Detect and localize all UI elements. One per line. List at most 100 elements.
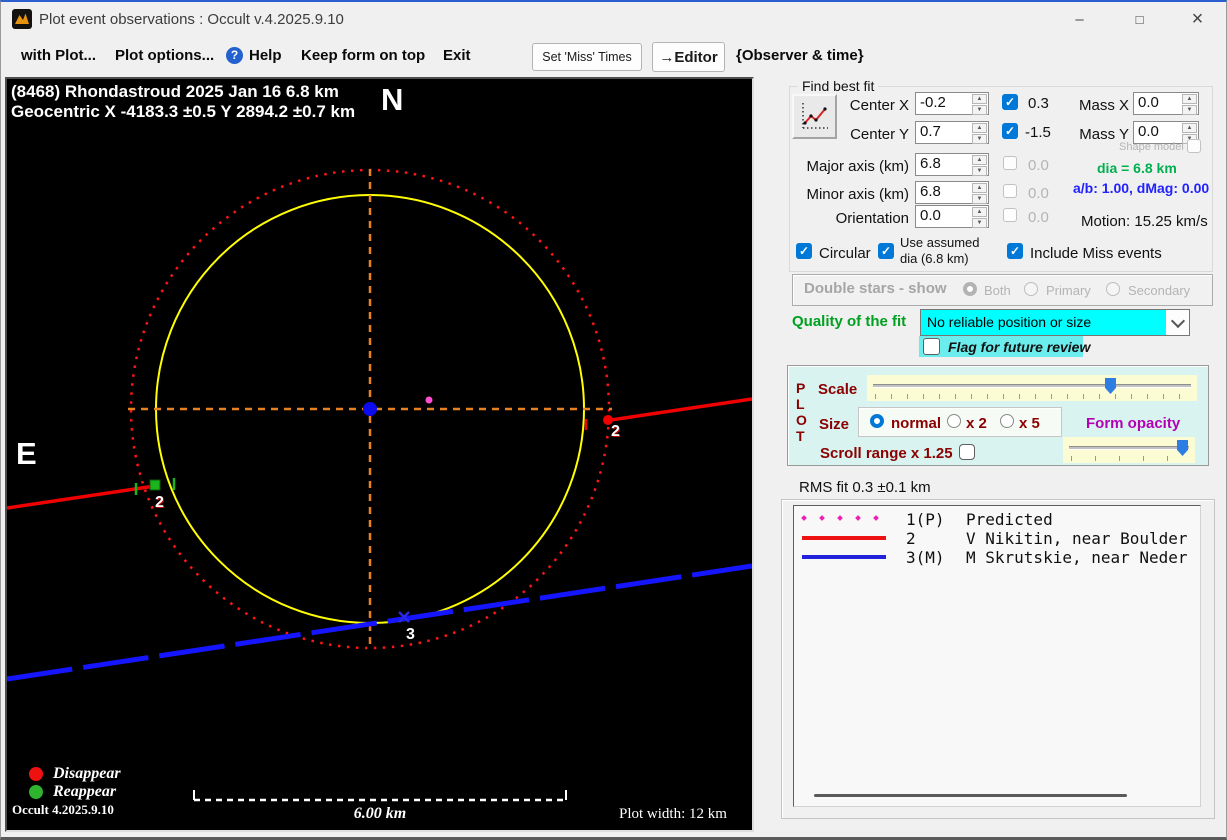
combo-arrow-icon[interactable]: [1166, 310, 1189, 335]
check-icon: ✓: [880, 244, 892, 258]
double-stars-both-label: Both: [984, 283, 1011, 298]
spin-up-icon[interactable]: ▲: [1182, 94, 1197, 104]
scale-slider-thumb[interactable]: [1105, 378, 1116, 394]
dotted-line-swatch: [801, 515, 879, 521]
maximize-icon: □: [1135, 11, 1144, 27]
size-label: Size: [819, 416, 850, 433]
size-x2-radio[interactable]: [947, 414, 961, 428]
observation-row[interactable]: 2 V Nikitin, near Boulder: [800, 529, 1188, 548]
use-assumed-checkbox[interactable]: ✓: [878, 243, 894, 259]
plot-canvas[interactable]: 2 2 3 (8468) Rhondastroud 2025 Jan 16 6.…: [5, 77, 754, 832]
offset-x-checkbox[interactable]: ✓: [1002, 94, 1018, 110]
spin-up-icon[interactable]: ▲: [972, 183, 987, 193]
menu-keep-on-top[interactable]: Keep form on top: [301, 47, 425, 64]
form-opacity-slider-thumb[interactable]: [1177, 440, 1188, 456]
red-line-swatch: [802, 536, 886, 540]
observations-listbox[interactable]: 1(P) Predicted 2 V Nikitin, near Boulder 3…: [793, 505, 1201, 807]
major-axis-aux-value: 0.0: [1028, 157, 1049, 174]
spin-up-icon[interactable]: ▲: [972, 94, 987, 104]
double-stars-label: Double stars - show: [804, 280, 947, 297]
offset-y-checkbox[interactable]: ✓: [1002, 123, 1018, 139]
major-axis-spinner[interactable]: 6.8 ▲ ▼: [915, 153, 989, 176]
plot-header-line2: Geocentric X -4183.3 ±0.5 Y 2894.2 ±0.7 …: [11, 102, 356, 121]
quality-value: No reliable position or size: [921, 310, 1166, 335]
double-stars-primary-radio: [1024, 282, 1038, 296]
center-y-label: Center Y: [850, 126, 909, 143]
editor-button[interactable]: →Editor: [652, 42, 725, 72]
scale-slider-ticks: [875, 394, 1189, 399]
spin-up-icon[interactable]: ▲: [972, 123, 987, 133]
plot-controls-panel: P L O T Scale Size normal x 2 x 5 Form o…: [787, 365, 1209, 466]
size-x2-label[interactable]: x 2: [966, 415, 987, 432]
check-icon: ✓: [1004, 95, 1016, 109]
set-miss-times-button[interactable]: Set 'Miss' Times: [532, 43, 642, 71]
close-button[interactable]: ×: [1175, 4, 1220, 34]
check-icon: ✓: [798, 244, 810, 258]
chord2-left-segment: [7, 484, 156, 510]
circular-checkbox[interactable]: ✓: [796, 243, 812, 259]
menu-plot-options[interactable]: Plot options...: [115, 47, 214, 64]
center-x-spinner[interactable]: -0.2 ▲ ▼: [915, 92, 989, 115]
form-opacity-slider-track[interactable]: [1069, 446, 1189, 450]
chord2-label-right: 2: [611, 423, 620, 440]
chord3-label: 3: [406, 626, 415, 643]
size-x5-radio[interactable]: [1000, 414, 1014, 428]
observation-row[interactable]: 3(M) M Skrutskie, near Neder: [800, 548, 1188, 567]
plot-letter-t: T: [796, 428, 805, 444]
app-window: Plot event observations : Occult v.4.202…: [0, 0, 1227, 840]
orientation-spinner[interactable]: 0.0 ▲ ▼: [915, 205, 989, 228]
plot-letter-o: O: [796, 412, 807, 428]
spin-down-icon[interactable]: ▼: [972, 194, 987, 204]
use-assumed-label-line1: Use assumed: [900, 235, 980, 250]
spin-down-icon[interactable]: ▼: [972, 218, 987, 228]
double-stars-both-radio: [963, 282, 977, 296]
shape-model-label: Shape model: [1119, 141, 1184, 153]
scale-slider-track[interactable]: [873, 384, 1191, 388]
minimize-button[interactable]: –: [1057, 4, 1102, 34]
dia-label: dia = 6.8 km: [1097, 160, 1177, 176]
scalebar-label: 6.00 km: [353, 805, 407, 822]
flag-checkbox[interactable]: [923, 338, 940, 355]
shape-model-checkbox: [1187, 139, 1201, 153]
center-point: [363, 402, 377, 416]
spin-up-icon[interactable]: ▲: [972, 207, 987, 217]
form-opacity-slider[interactable]: [1063, 437, 1195, 463]
size-normal-label[interactable]: normal: [891, 415, 941, 432]
disappear-legend-label: Disappear: [53, 765, 121, 782]
menu-help[interactable]: Help: [249, 47, 282, 64]
spin-down-icon[interactable]: ▼: [972, 105, 987, 115]
center-y-spinner[interactable]: 0.7 ▲ ▼: [915, 121, 989, 144]
reappear-marker: [149, 479, 161, 491]
mass-x-label: Mass X: [1078, 97, 1129, 114]
spin-down-icon[interactable]: ▼: [972, 166, 987, 176]
scroll-range-checkbox[interactable]: [959, 444, 975, 460]
minor-axis-label: Minor axis (km): [806, 186, 909, 203]
horizontal-scrollbar-thumb[interactable]: [814, 794, 1127, 797]
chord2-label-left: 2: [155, 494, 164, 511]
major-axis-label: Major axis (km): [806, 158, 909, 175]
spin-up-icon[interactable]: ▲: [972, 155, 987, 165]
double-stars-primary-label: Primary: [1046, 283, 1091, 298]
obs-name: M Skrutskie, near Neder: [966, 548, 1188, 567]
menu-exit[interactable]: Exit: [443, 47, 471, 64]
maximize-button[interactable]: □: [1117, 4, 1162, 34]
size-normal-radio[interactable]: [870, 414, 884, 428]
quality-combobox[interactable]: No reliable position or size: [920, 309, 1190, 336]
observer-time-label: {Observer & time}: [736, 47, 864, 64]
menu-with-plot[interactable]: with Plot...: [21, 47, 96, 64]
spin-down-icon[interactable]: ▼: [1182, 105, 1197, 115]
minimize-icon: –: [1075, 10, 1084, 28]
minor-axis-spinner[interactable]: 6.8 ▲ ▼: [915, 181, 989, 204]
obs-number: 1(P): [906, 510, 945, 529]
app-icon: [12, 9, 32, 29]
spin-up-icon[interactable]: ▲: [1182, 123, 1197, 133]
scale-slider[interactable]: [867, 375, 1197, 401]
reappear-legend-dot: [29, 785, 43, 799]
ab-dmag-label: a/b: 1.00, dMag: 0.00: [1073, 180, 1210, 196]
help-icon[interactable]: ?: [226, 47, 243, 64]
observation-row[interactable]: 1(P) Predicted: [800, 510, 1053, 529]
mass-x-spinner[interactable]: 0.0 ▲ ▼: [1133, 92, 1199, 115]
spin-down-icon[interactable]: ▼: [972, 134, 987, 144]
include-miss-checkbox[interactable]: ✓: [1007, 243, 1023, 259]
size-x5-label[interactable]: x 5: [1019, 415, 1040, 432]
